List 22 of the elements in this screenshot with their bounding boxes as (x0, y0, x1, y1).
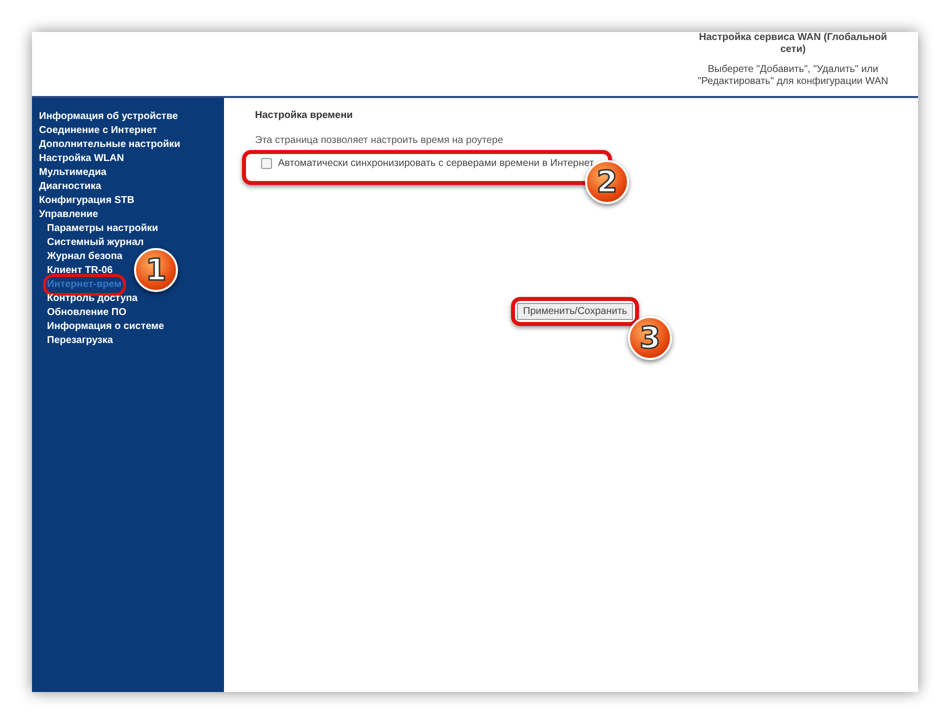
sidebar-item[interactable]: Конфигурация STB (39, 194, 134, 208)
sidebar-item[interactable]: Системный журнал (47, 236, 144, 250)
sidebar-item[interactable]: Соединение с Интернет (39, 124, 158, 138)
section-description: Выберете "Добавить", "Удалить" или "Редактировать" для конфигурации WAN (696, 64, 890, 88)
sidebar-item[interactable]: Информация о системе (47, 320, 164, 334)
sidebar-item[interactable]: Контроль доступа (47, 292, 138, 306)
sidebar-item[interactable]: Клиент TR-06 (47, 264, 113, 278)
page-title: Настройка времени (255, 110, 354, 121)
sidebar-item[interactable]: Параметры настройки (47, 222, 158, 236)
sidebar-item[interactable]: Обновление ПО (47, 306, 126, 320)
sidebar-item[interactable]: Мультимедиа (39, 166, 106, 180)
sidebar-item[interactable]: Перезагрузка (47, 334, 113, 348)
checkbox[interactable] (261, 158, 272, 169)
sidebar-item[interactable]: Информация об устройстве (39, 110, 178, 124)
sidebar-item[interactable]: Журнал безопа (47, 250, 122, 264)
sidebar-item[interactable]: Диагностика (39, 180, 102, 194)
sidebar-item[interactable]: Дополнительные настройки (39, 138, 180, 152)
section-title: Настройка сервиса WAN (Глобальной сети) (698, 32, 888, 56)
apply-save-button[interactable]: Применить/Сохранить (517, 303, 634, 320)
sidebar-item[interactable]: Управление (39, 208, 98, 222)
sidebar-item[interactable]: Настройка WLAN (39, 152, 124, 166)
page-description: Эта страница позволяет настроить время на роутере (255, 135, 504, 146)
